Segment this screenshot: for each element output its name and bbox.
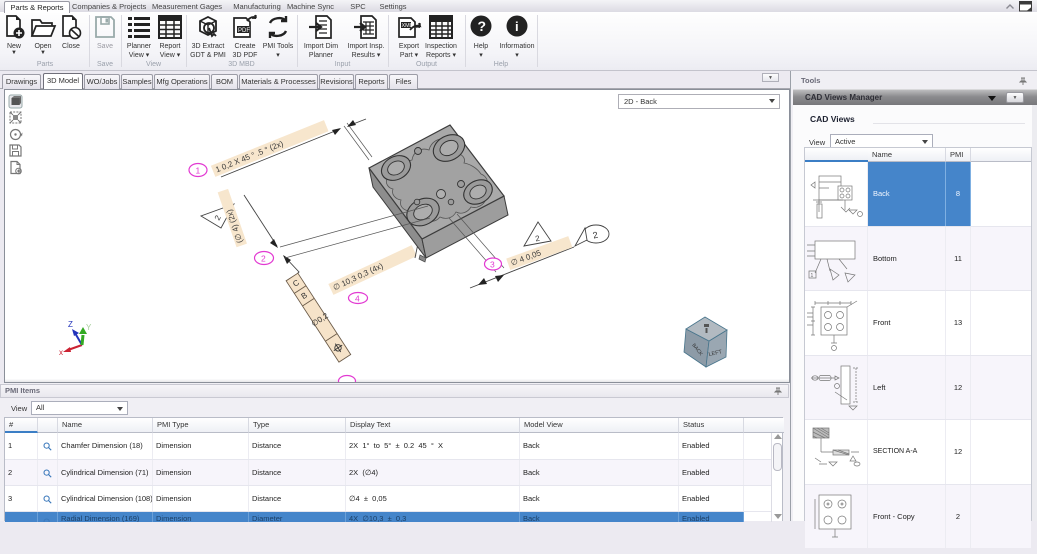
svg-text:i: i (515, 19, 519, 34)
svg-text:?: ? (478, 18, 487, 34)
svg-text:Y: Y (86, 323, 92, 332)
svg-text:1: 1 (196, 166, 201, 176)
svg-text:1: 1 (811, 273, 814, 279)
svg-text:3: 3 (490, 260, 495, 270)
svg-text:2: 2 (261, 254, 266, 264)
svg-text:PDF: PDF (238, 28, 250, 34)
svg-text:4: 4 (355, 294, 360, 304)
svg-text:1 0,2 X 45 ° .5 ° (2x): 1 0,2 X 45 ° .5 ° (2x) (214, 139, 285, 175)
svg-text:∅ 4 0,05: ∅ 4 0,05 (510, 248, 543, 267)
svg-text:∅ 10,3 0,3 (4x): ∅ 10,3 0,3 (4x) (332, 261, 385, 292)
svg-text:Z: Z (68, 320, 73, 329)
svg-text:x: x (59, 348, 63, 357)
svg-text:(∅ 4) (2x): (∅ 4) (2x) (225, 208, 245, 244)
